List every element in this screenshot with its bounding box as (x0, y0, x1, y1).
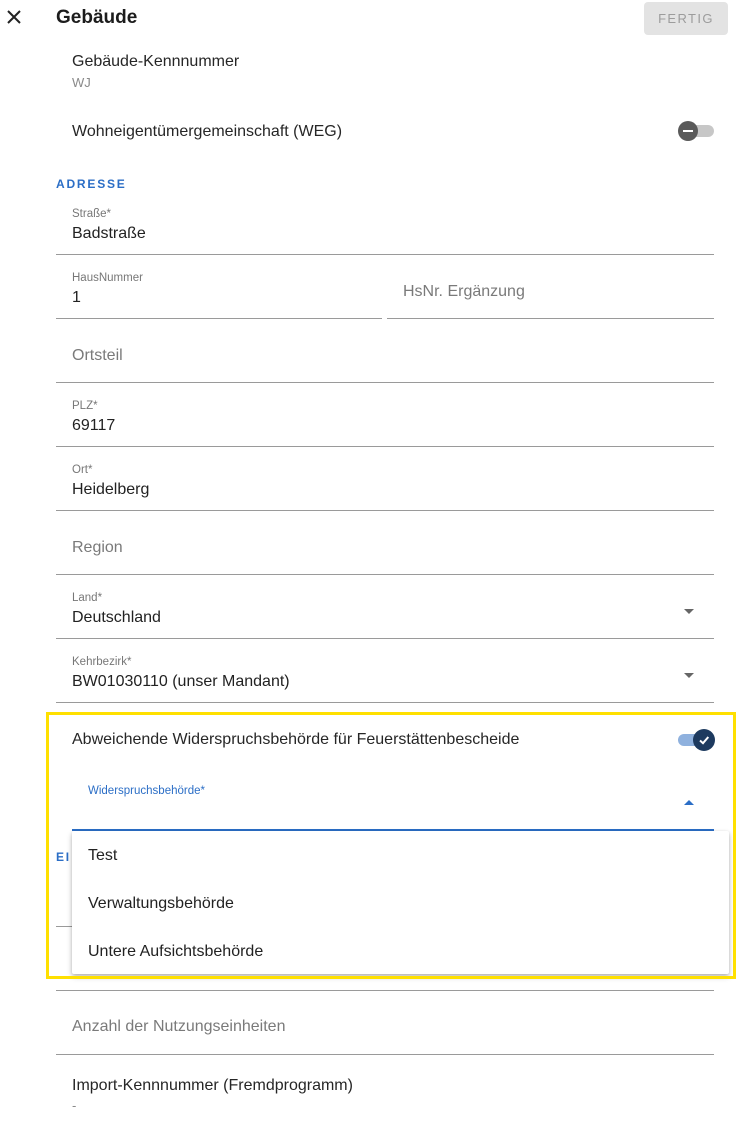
country-value: Deutschland (72, 609, 161, 626)
zip-label: PLZ* (72, 400, 98, 412)
house-number-label: HausNummer (72, 272, 143, 284)
house-number-suffix-placeholder: HsNr. Ergänzung (403, 283, 525, 300)
usage-units-field[interactable]: Anzahl der Nutzungseinheiten (56, 999, 714, 1055)
house-number-field[interactable]: HausNummer 1 (56, 264, 382, 319)
region-placeholder: Region (72, 539, 123, 556)
usage-units-placeholder: Anzahl der Nutzungseinheiten (72, 1018, 286, 1035)
highlight-frame (46, 712, 736, 979)
done-button[interactable]: FERTIG (644, 2, 728, 35)
zip-value: 69117 (72, 417, 116, 434)
close-icon (7, 10, 21, 24)
street-value: Badstraße (72, 225, 146, 242)
sweep-district-select[interactable]: Kehrbezirk* BW01030110 (unser Mandant) (56, 648, 714, 703)
chevron-down-icon (684, 609, 694, 614)
country-select[interactable]: Land* Deutschland (56, 584, 714, 639)
minus-icon (678, 121, 698, 141)
import-id-label: Import-Kennnummer (Fremdprogramm) (72, 1077, 353, 1094)
zip-field[interactable]: PLZ* 69117 (56, 392, 714, 447)
city-label: Ort* (72, 464, 93, 476)
city-field[interactable]: Ort* Heidelberg (56, 456, 714, 511)
building-id-value: WJ (72, 75, 91, 90)
import-id-value: - (72, 1098, 77, 1113)
building-id-label: Gebäude-Kennnummer (72, 53, 240, 70)
sweep-district-value: BW01030110 (unser Mandant) (72, 673, 290, 690)
city-value: Heidelberg (72, 481, 150, 498)
sweep-district-label: Kehrbezirk* (72, 656, 132, 668)
house-number-suffix-field[interactable]: HsNr. Ergänzung (387, 264, 714, 319)
weg-label: Wohneigentümergemeinschaft (WEG) (72, 123, 343, 140)
house-number-value: 1 (72, 289, 81, 306)
page-title: Gebäude (56, 7, 138, 28)
country-label: Land* (72, 592, 103, 604)
chevron-down-icon (684, 673, 694, 678)
weg-toggle[interactable] (678, 120, 716, 142)
district-placeholder: Ortsteil (72, 347, 123, 364)
divider (56, 990, 714, 991)
section-address-title: ADRESSE (56, 177, 127, 191)
district-field[interactable]: Ortsteil (56, 328, 714, 383)
street-field[interactable]: Straße* Badstraße (56, 200, 714, 255)
street-label: Straße* (72, 208, 111, 220)
close-button[interactable] (0, 2, 28, 32)
region-field[interactable]: Region (56, 520, 714, 575)
